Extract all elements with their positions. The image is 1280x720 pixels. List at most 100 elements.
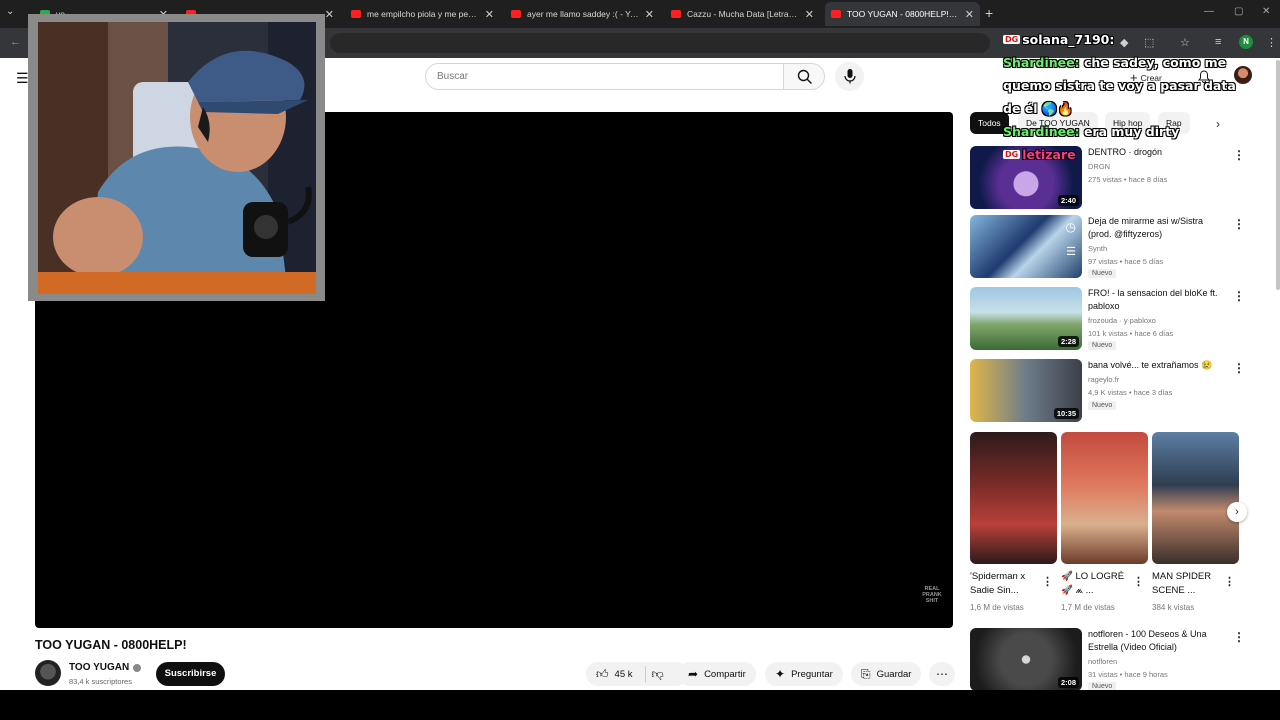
tab-close-icon[interactable]: ✕ bbox=[325, 8, 334, 21]
close-window-icon[interactable]: ✕ bbox=[1262, 6, 1270, 17]
recommendation-item[interactable]: 2:28 FRO! - la sensacion del bloKe ft. p… bbox=[970, 287, 1260, 351]
recommendation-item[interactable]: ◷ ☰ Deja de mirarme asi w/Sistra (prod. … bbox=[970, 215, 1260, 279]
media-icon[interactable]: ≡ bbox=[1215, 36, 1221, 48]
channel-name-text: TOO YUGAN bbox=[69, 662, 130, 673]
streamer-illustration bbox=[38, 22, 316, 294]
new-badge: Nuevo bbox=[1088, 269, 1117, 278]
search-icon bbox=[797, 69, 812, 84]
recommendation-channel: rageylo.fr bbox=[1088, 375, 1120, 384]
recommendation-title: bana volvé... te extrañamos 😢 bbox=[1088, 360, 1213, 370]
short-thumbnail[interactable] bbox=[1152, 432, 1239, 564]
chat-badge: DG bbox=[1003, 35, 1021, 44]
browser-tab[interactable]: ayer me llamo saddey :( - YouTu ✕ bbox=[505, 4, 660, 24]
recommendation-meta: 101 k vistas • hace 6 días bbox=[1088, 329, 1174, 338]
short-title[interactable]: 🚀 LO LOGRÉ 🚀 ⩕ ... bbox=[1061, 570, 1135, 598]
new-tab-button[interactable]: + bbox=[985, 5, 993, 21]
more-options-icon[interactable]: ⋮ bbox=[1233, 148, 1245, 162]
ask-label: Preguntar bbox=[791, 668, 833, 680]
ask-button[interactable]: ✦ Preguntar bbox=[765, 662, 843, 686]
search-button[interactable] bbox=[783, 63, 825, 90]
shorts-next-button[interactable]: › bbox=[1227, 502, 1247, 522]
chat-message: quemo sistra te voy a pasar data bbox=[1003, 78, 1236, 93]
hamburger-menu-icon[interactable]: ☰ bbox=[16, 70, 29, 87]
add-to-queue-icon[interactable]: ☰ bbox=[1066, 245, 1076, 258]
short-thumbnail[interactable] bbox=[970, 432, 1057, 564]
recommendation-channel: Synth bbox=[1088, 244, 1108, 253]
search-input[interactable]: Buscar bbox=[425, 63, 784, 90]
page-scrollbar[interactable] bbox=[1276, 60, 1280, 290]
more-options-icon[interactable]: ⋮ bbox=[1233, 289, 1245, 303]
bookmark-star-icon[interactable]: ☆ bbox=[1180, 36, 1190, 49]
save-button[interactable]: ⎘ Guardar bbox=[851, 662, 922, 686]
recommendation-meta: 97 vistas • hace 5 días bbox=[1088, 257, 1164, 266]
recommendation-meta: 31 vistas • hace 9 horas bbox=[1088, 670, 1168, 679]
tab-close-icon[interactable]: ✕ bbox=[485, 8, 494, 21]
tab-close-icon[interactable]: ✕ bbox=[805, 8, 814, 21]
video-title: TOO YUGAN - 0800HELP! bbox=[35, 638, 187, 652]
recommendation-channel: DRGN bbox=[1088, 162, 1111, 171]
account-avatar[interactable] bbox=[1234, 66, 1252, 84]
chat-text: quemo sistra te voy a pasar data bbox=[1003, 78, 1236, 93]
more-actions-button[interactable]: ⋯ bbox=[929, 662, 955, 686]
channel-avatar[interactable] bbox=[35, 660, 61, 686]
tab-close-icon[interactable]: ✕ bbox=[645, 8, 654, 21]
short-views: 1,6 M de vistas bbox=[970, 603, 1024, 612]
tab-search-icon[interactable]: ⌄ bbox=[6, 6, 14, 17]
video-watermark: REAL PRANK SHIT bbox=[922, 586, 942, 604]
browser-tab[interactable]: Cazzu - Mucha Data [Letra] - You ✕ bbox=[665, 4, 820, 24]
channel-name[interactable]: TOO YUGAN bbox=[69, 662, 142, 673]
short-thumbnail[interactable] bbox=[1061, 432, 1148, 564]
video-thumbnail: 10:35 bbox=[970, 359, 1082, 422]
search-placeholder: Buscar bbox=[437, 71, 469, 82]
address-bar[interactable] bbox=[330, 33, 990, 53]
more-options-icon[interactable]: ⋮ bbox=[1233, 361, 1245, 375]
video-thumbnail: 2:08 bbox=[970, 628, 1082, 691]
subscribe-button[interactable]: Suscribirse bbox=[156, 662, 225, 686]
more-options-icon[interactable]: ⋮ bbox=[1133, 575, 1144, 588]
chat-text: de él 🌎🔥 bbox=[1003, 101, 1074, 116]
duration-badge: 10:35 bbox=[1053, 408, 1079, 419]
thumbs-down-icon[interactable]: 👎︎ bbox=[652, 667, 664, 682]
more-horizontal-icon: ⋯ bbox=[936, 667, 948, 681]
menu-kebab-icon[interactable]: ⋮ bbox=[1266, 36, 1277, 49]
webcam-overlay bbox=[28, 14, 325, 301]
share-button[interactable]: ➦ Compartir bbox=[678, 662, 756, 686]
watch-later-icon[interactable]: ◷ bbox=[1066, 220, 1076, 234]
more-options-icon[interactable]: ⋮ bbox=[1233, 630, 1245, 644]
puzzle-icon[interactable]: ⬚ bbox=[1144, 36, 1154, 49]
like-dislike-group: 👍︎ 45 k 👎︎ bbox=[586, 662, 688, 686]
recommendation-title: notfloren - 100 Deseos & Una Estrella (V… bbox=[1088, 629, 1207, 652]
profile-avatar[interactable]: N bbox=[1239, 35, 1253, 49]
chat-message: DG solana_7190: bbox=[1003, 32, 1114, 47]
recommendation-item[interactable]: 10:35 bana volvé... te extrañamos 😢 rage… bbox=[970, 359, 1260, 423]
more-options-icon[interactable]: ⋮ bbox=[1224, 575, 1235, 588]
chips-next-icon[interactable]: › bbox=[1216, 117, 1220, 131]
chat-username: solana_7190: bbox=[1022, 32, 1115, 47]
minimize-icon[interactable]: — bbox=[1204, 6, 1214, 17]
chat-badge: DG bbox=[1003, 150, 1021, 159]
browser-tab[interactable]: TOO YUGAN - 0800HELP! - You ✕ bbox=[825, 2, 980, 26]
recommendation-item[interactable]: 2:08 notfloren - 100 Deseos & Una Estrel… bbox=[970, 628, 1260, 692]
bookmark-icon: ⎘ bbox=[861, 666, 871, 681]
tab-favicon-icon bbox=[831, 10, 841, 18]
new-badge: Nuevo bbox=[1088, 401, 1117, 410]
more-options-icon[interactable]: ⋮ bbox=[1042, 575, 1053, 588]
maximize-icon[interactable]: ▢ bbox=[1234, 6, 1243, 17]
extension-icon[interactable]: ◆ bbox=[1120, 36, 1128, 49]
more-options-icon[interactable]: ⋮ bbox=[1233, 217, 1245, 231]
tab-close-icon[interactable]: ✕ bbox=[965, 8, 974, 21]
like-count[interactable]: 45 k bbox=[615, 669, 633, 680]
back-icon[interactable]: ← bbox=[10, 36, 21, 48]
short-views: 1,7 M de vistas bbox=[1061, 603, 1115, 612]
short-title[interactable]: MAN SPIDER SCENE ... bbox=[1152, 570, 1226, 598]
duration-badge: 2:40 bbox=[1057, 195, 1079, 206]
voice-search-button[interactable] bbox=[835, 62, 864, 91]
share-label: Compartir bbox=[704, 668, 746, 680]
tab-label: me empilcho piola y me perfum bbox=[367, 9, 479, 19]
share-icon: ➦ bbox=[688, 667, 699, 681]
thumbs-up-icon[interactable]: 👍︎ bbox=[596, 667, 609, 682]
recommendation-title: DENTRO · drogón bbox=[1088, 147, 1163, 157]
short-title[interactable]: 'Spiderman x Sadie Sin... bbox=[970, 570, 1044, 598]
screen: ⌄ yo✕✕me empilcho piola y me perfum✕ayer… bbox=[0, 0, 1280, 720]
browser-tab[interactable]: me empilcho piola y me perfum ✕ bbox=[345, 4, 500, 24]
